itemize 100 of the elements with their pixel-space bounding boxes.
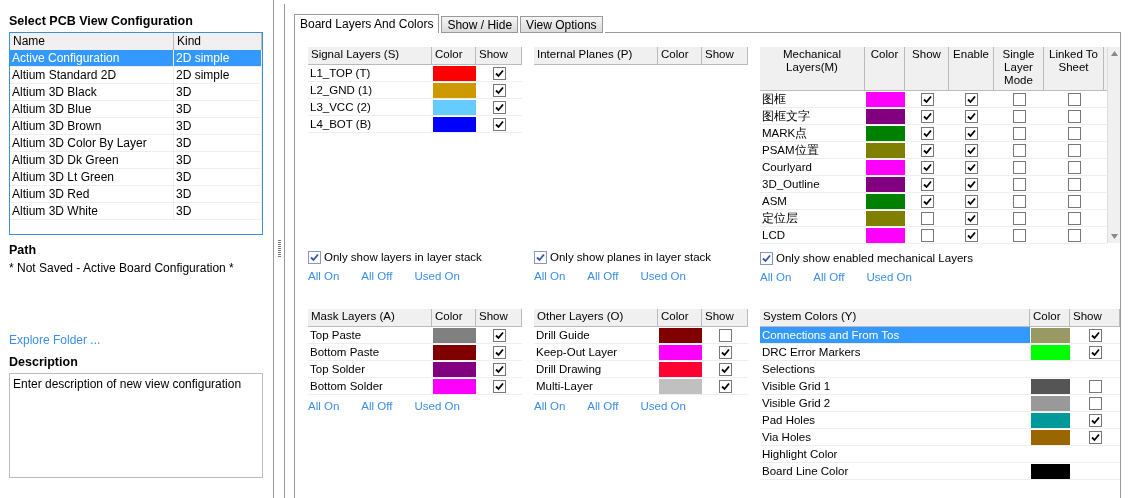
show-checkbox[interactable] xyxy=(718,328,732,342)
linked-to-sheet-checkbox[interactable] xyxy=(1067,126,1081,140)
layer-name[interactable]: Top Solder xyxy=(308,361,432,377)
column-header[interactable]: Mechanical Layers(M) xyxy=(760,47,865,90)
color-swatch[interactable] xyxy=(1031,412,1070,428)
layer-name[interactable]: L2_GND (1) xyxy=(308,82,432,98)
column-header[interactable]: Color xyxy=(658,47,702,64)
color-swatch[interactable] xyxy=(1031,463,1070,479)
list-cell[interactable]: 3D xyxy=(174,118,263,134)
link[interactable]: All Off xyxy=(587,400,619,416)
color-swatch[interactable] xyxy=(659,344,702,360)
color-swatch[interactable] xyxy=(1031,378,1070,394)
single-layer-mode-checkbox[interactable] xyxy=(1012,211,1026,225)
column-header[interactable]: Show xyxy=(702,47,748,64)
color-swatch[interactable] xyxy=(433,116,476,132)
layer-name[interactable]: 图框 xyxy=(760,91,865,107)
enable-checkbox[interactable] xyxy=(965,177,978,191)
layer-name[interactable]: Pad Holes xyxy=(760,412,1030,428)
layer-name[interactable]: Via Holes xyxy=(760,429,1030,445)
layer-name[interactable]: Visible Grid 1 xyxy=(760,378,1030,394)
list-cell[interactable]: Altium 3D Blue xyxy=(10,101,174,117)
layer-name[interactable]: Bottom Solder xyxy=(308,378,432,394)
show-checkbox[interactable] xyxy=(492,379,506,393)
enable-checkbox[interactable] xyxy=(965,160,978,174)
column-header[interactable]: Show xyxy=(476,47,522,64)
color-swatch[interactable] xyxy=(866,176,905,192)
show-checkbox[interactable] xyxy=(920,177,934,191)
linked-to-sheet-checkbox[interactable] xyxy=(1067,228,1081,242)
color-swatch[interactable] xyxy=(659,361,702,377)
show-checkbox[interactable] xyxy=(920,228,934,242)
list-cell[interactable]: 3D xyxy=(174,169,263,185)
color-swatch[interactable] xyxy=(1031,429,1070,445)
color-swatch[interactable] xyxy=(433,344,476,360)
list-cell[interactable]: 3D xyxy=(174,203,263,219)
list-cell[interactable]: Altium 3D Brown xyxy=(10,118,174,134)
show-checkbox[interactable] xyxy=(920,109,934,123)
layer-name[interactable]: Visible Grid 2 xyxy=(760,395,1030,411)
layer-name[interactable]: ASM xyxy=(760,193,865,209)
list-cell[interactable]: Altium 3D Black xyxy=(10,84,174,100)
single-layer-mode-checkbox[interactable] xyxy=(1012,126,1026,140)
color-swatch[interactable] xyxy=(866,227,905,243)
color-swatch[interactable] xyxy=(433,99,476,115)
layer-name[interactable]: Keep-Out Layer xyxy=(534,344,658,360)
show-checkbox[interactable] xyxy=(1088,413,1102,427)
show-checkbox[interactable] xyxy=(492,328,506,342)
layer-name[interactable]: 定位层 xyxy=(760,210,865,226)
layer-name[interactable]: Highlight Color xyxy=(760,446,1030,462)
link[interactable]: All On xyxy=(760,271,792,287)
list-cell[interactable]: 3D xyxy=(174,84,263,100)
filter-checkbox[interactable] xyxy=(760,251,773,265)
column-header[interactable]: Color xyxy=(432,47,476,64)
link[interactable]: All On xyxy=(308,270,340,286)
show-checkbox[interactable] xyxy=(492,345,506,359)
scroll-up-arrow-icon[interactable] xyxy=(1110,51,1118,56)
column-header[interactable]: Show xyxy=(476,309,522,326)
splitter-grip-icon[interactable] xyxy=(277,240,281,258)
color-swatch[interactable] xyxy=(433,327,476,343)
list-cell[interactable]: Altium Standard 2D xyxy=(10,67,174,83)
linked-to-sheet-checkbox[interactable] xyxy=(1067,211,1081,225)
color-swatch[interactable] xyxy=(866,91,905,107)
single-layer-mode-checkbox[interactable] xyxy=(1012,194,1026,208)
link[interactable]: All On xyxy=(308,400,340,416)
color-swatch[interactable] xyxy=(433,378,476,394)
link[interactable]: All Off xyxy=(587,270,619,286)
layer-name[interactable]: Courlyard xyxy=(760,159,865,175)
scrollbar[interactable] xyxy=(1107,47,1120,243)
color-swatch[interactable] xyxy=(866,142,905,158)
color-swatch[interactable] xyxy=(866,193,905,209)
linked-to-sheet-checkbox[interactable] xyxy=(1067,160,1081,174)
layer-name[interactable]: L1_TOP (T) xyxy=(308,65,432,81)
column-header[interactable]: Color xyxy=(1030,309,1070,326)
show-checkbox[interactable] xyxy=(1088,379,1102,393)
single-layer-mode-checkbox[interactable] xyxy=(1012,177,1026,191)
link[interactable]: Used On xyxy=(640,400,686,416)
list-cell[interactable]: 3D xyxy=(174,101,263,117)
show-checkbox[interactable] xyxy=(920,92,934,106)
enable-checkbox[interactable] xyxy=(965,211,978,225)
layer-name[interactable]: MARK点 xyxy=(760,125,865,141)
show-checkbox[interactable] xyxy=(1088,345,1102,359)
show-checkbox[interactable] xyxy=(492,362,506,376)
list-cell[interactable]: Altium 3D Red xyxy=(10,186,174,202)
column-header[interactable]: System Colors (Y) xyxy=(760,309,1030,326)
link[interactable]: All Off xyxy=(813,271,845,287)
layer-name[interactable]: L3_VCC (2) xyxy=(308,99,432,115)
list-cell[interactable]: Altium 3D Color By Layer xyxy=(10,135,174,151)
layer-name[interactable]: Bottom Paste xyxy=(308,344,432,360)
link[interactable]: All Off xyxy=(361,270,393,286)
description-field[interactable]: Enter description of new view configuration xyxy=(9,373,264,478)
explore-folder-link[interactable]: Explore Folder ... xyxy=(9,333,264,347)
linked-to-sheet-checkbox[interactable] xyxy=(1067,143,1081,157)
scroll-down-arrow-icon[interactable] xyxy=(1110,234,1118,239)
enable-checkbox[interactable] xyxy=(965,126,978,140)
color-swatch[interactable] xyxy=(1031,395,1070,411)
link[interactable]: Used On xyxy=(414,270,460,286)
color-swatch[interactable] xyxy=(433,65,476,81)
single-layer-mode-checkbox[interactable] xyxy=(1012,92,1026,106)
column-header[interactable]: Other Layers (O) xyxy=(534,309,658,326)
show-checkbox[interactable] xyxy=(718,362,732,376)
enable-checkbox[interactable] xyxy=(965,194,978,208)
column-header[interactable]: Show xyxy=(702,309,748,326)
